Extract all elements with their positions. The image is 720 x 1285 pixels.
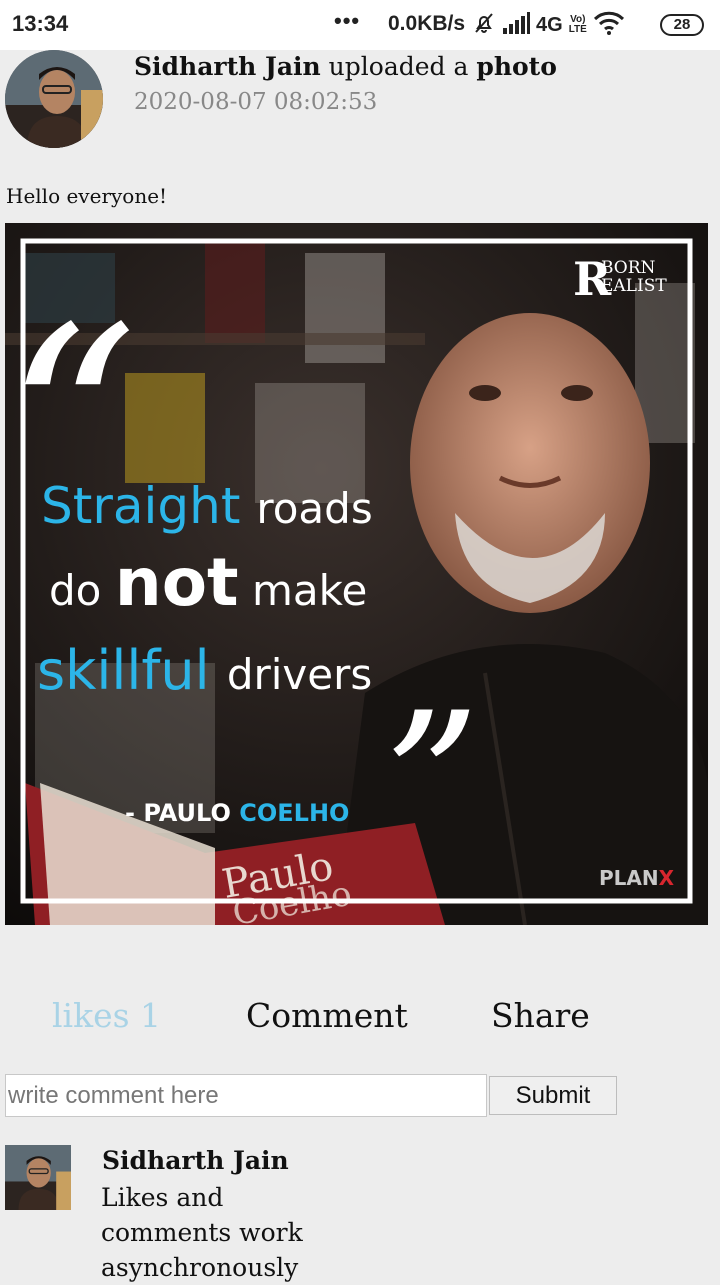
post-author-name[interactable]: Sidharth Jain [134, 52, 321, 81]
network-type: 4G [536, 13, 563, 36]
volte-indicator: Vo) LTE [568, 14, 587, 35]
signal-icon [502, 11, 530, 39]
comment-text: Likes and comments work asynchronously [101, 1183, 303, 1282]
comment-button[interactable]: Comment [246, 996, 408, 1035]
status-time: 13:34 [12, 11, 69, 36]
comment-author[interactable]: Sidharth Jain [102, 1146, 289, 1175]
submit-comment-button[interactable]: Submit [489, 1076, 617, 1115]
status-icons: 4G Vo) LTE [472, 10, 625, 40]
network-speed: 0.0KB/s [388, 12, 466, 35]
brand-line2: EALIST [601, 276, 667, 296]
post-title: Sidharth Jain uploaded a photo [134, 52, 557, 81]
post-caption: Hello everyone! [6, 184, 168, 208]
status-bar: 13:34 ••• 0.0KB/s 4G Vo) LTE 28 [0, 0, 720, 50]
wifi-icon [593, 11, 625, 40]
more-notifications-icon: ••• [334, 8, 361, 33]
post-actions: likes 1 Comment Share [0, 996, 720, 1046]
post-object: photo [476, 52, 557, 81]
commenter-avatar[interactable] [5, 1145, 71, 1210]
author-avatar[interactable] [5, 50, 103, 148]
brand-line1: BORN [601, 258, 656, 278]
planx-watermark: PLANX [599, 866, 675, 890]
close-quote-mark: ” [383, 672, 480, 893]
comment-input[interactable] [5, 1074, 487, 1117]
likes-count[interactable]: likes 1 [52, 996, 161, 1035]
post-action-text: uploaded a [328, 52, 469, 81]
post-photo[interactable]: Paulo Coelho R BORN EALIST “ ” Straight … [5, 223, 708, 925]
quote-line-1: Straight roads [41, 477, 373, 535]
mute-icon [472, 11, 496, 40]
share-button[interactable]: Share [491, 996, 590, 1035]
quote-attribution: - PAULO COELHO [125, 799, 349, 827]
post-timestamp: 2020-08-07 08:02:53 [134, 89, 378, 115]
battery-icon: 28 [660, 14, 704, 36]
